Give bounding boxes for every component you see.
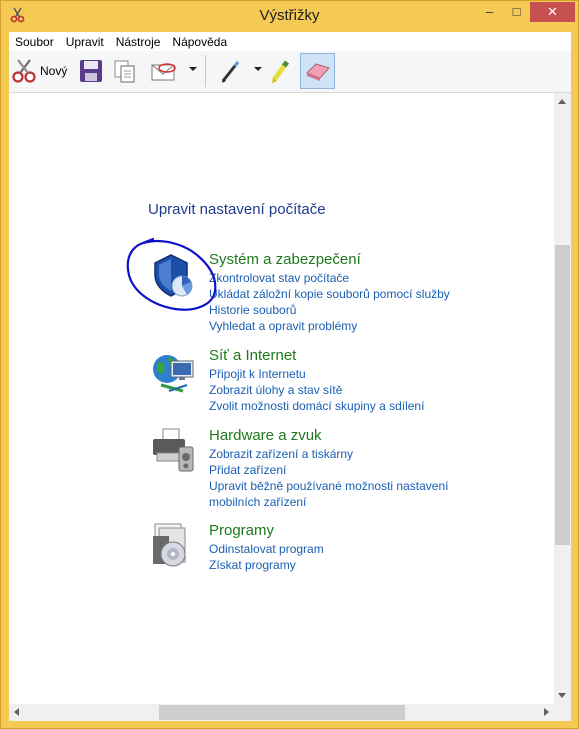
link-get-programs[interactable]: Získat programy [209,557,324,573]
scissors-icon [11,57,39,85]
link-devices-printers[interactable]: Zobrazit zařízení a tiskárny [209,446,448,462]
toolbar: Nový [9,51,571,93]
new-snip-button[interactable]: Nový [11,57,71,85]
vertical-scroll-thumb[interactable] [555,245,570,545]
network-globe-icon [149,347,199,397]
category-title[interactable]: Síť a Internet [209,347,296,364]
scroll-down-arrow-icon[interactable] [558,693,566,698]
menu-nastroje[interactable]: Nástroje [110,35,167,49]
send-dropdown-arrow-icon[interactable] [189,67,197,71]
scroll-up-arrow-icon[interactable] [558,99,566,104]
save-button[interactable] [77,57,105,85]
title-bar[interactable]: Výstřižky – □ ✕ [1,1,578,31]
link-uninstall-program[interactable]: Odinstalovat program [209,541,324,557]
menu-upravit[interactable]: Upravit [60,35,110,49]
link-find-fix-problems[interactable]: Vyhledat a opravit problémy [209,318,450,334]
scroll-right-arrow-icon[interactable] [544,708,549,716]
category-title[interactable]: Hardware a zvuk [209,427,322,444]
new-snip-label: Nový [40,64,68,78]
link-add-device[interactable]: Přidat zařízení [209,462,448,478]
vertical-scrollbar[interactable] [554,93,571,704]
pen-annotation-circle [126,237,217,311]
send-icon [149,57,177,85]
programs-disc-icon [149,522,199,572]
highlighter-button[interactable] [267,57,295,85]
scroll-left-arrow-icon[interactable] [14,708,19,716]
minimize-button[interactable]: – [477,2,502,22]
snip-canvas: Upravit nastavení počítače Systém a zabe… [9,93,554,721]
scrollbar-corner [554,704,571,721]
pen-icon [217,57,245,85]
link-mobility-settings-cont[interactable]: mobilních zařízení [209,494,448,510]
toolbar-separator [205,55,206,87]
menu-napoveda[interactable]: Nápověda [166,35,233,49]
eraser-icon [304,57,332,85]
link-file-history[interactable]: Historie souborů [209,302,450,318]
eraser-button[interactable] [300,53,335,89]
horizontal-scroll-thumb[interactable] [159,705,405,720]
category-title[interactable]: Programy [209,522,274,539]
pen-button[interactable] [217,57,245,85]
horizontal-scrollbar[interactable] [9,704,554,721]
link-network-status[interactable]: Zobrazit úlohy a stav sítě [209,382,424,398]
copy-icon [111,57,139,85]
link-mobility-settings[interactable]: Upravit běžně používané možnosti nastave… [209,478,448,494]
send-snip-button[interactable] [149,57,177,85]
link-homegroup-sharing[interactable]: Zvolit možnosti domácí skupiny a sdílení [209,398,424,414]
category-title[interactable]: Systém a zabezpečení [209,251,361,268]
copy-button[interactable] [111,57,139,85]
pen-dropdown-arrow-icon[interactable] [254,67,262,71]
link-check-status[interactable]: Zkontrolovat stav počítače [209,270,450,286]
printer-speaker-icon [149,427,199,477]
menu-bar: Soubor Upravit Nástroje Nápověda [9,32,571,51]
highlighter-icon [267,57,295,85]
menu-soubor[interactable]: Soubor [9,35,60,49]
link-connect-internet[interactable]: Připojit k Internetu [209,366,424,382]
maximize-button[interactable]: □ [504,2,529,22]
save-icon [77,57,105,85]
link-backup-files[interactable]: Ukládat záložní kopie souborů pomocí slu… [209,286,450,302]
snipping-tool-window: Výstřižky – □ ✕ Soubor Upravit Nástroje … [0,0,579,729]
page-heading: Upravit nastavení počítače [148,201,326,218]
close-button[interactable]: ✕ [530,2,575,22]
